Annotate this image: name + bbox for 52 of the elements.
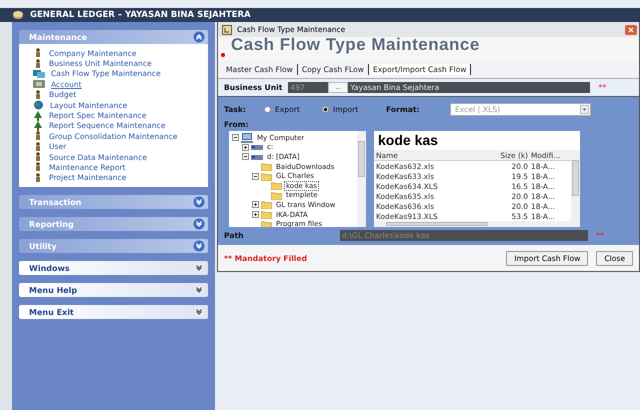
expander-icon[interactable] [232, 134, 239, 142]
required-mark: ** [596, 231, 604, 240]
chevron-icon [193, 218, 205, 230]
chevron-icon [193, 196, 205, 208]
folder-icon [271, 181, 282, 190]
figure-icon [33, 48, 43, 58]
section-header[interactable]: Windows [19, 261, 208, 276]
close-icon[interactable] [625, 24, 637, 34]
folder-icon [261, 172, 272, 181]
drive-icon [251, 143, 263, 152]
chevron-icon [193, 262, 205, 274]
chevron-icon [193, 240, 205, 252]
folder-heading: kode kas [377, 131, 439, 150]
marker-dot [221, 53, 225, 57]
figure-icon [33, 131, 43, 142]
scrollbar[interactable] [357, 131, 366, 227]
scrollbar[interactable] [571, 150, 580, 221]
expander-icon[interactable] [252, 211, 259, 218]
computer-icon [241, 132, 253, 143]
folder-icon [261, 200, 272, 210]
required-mark: ** [598, 83, 606, 92]
expander-icon[interactable] [242, 153, 249, 160]
box-icon [33, 79, 45, 90]
section-header[interactable]: Menu Exit [19, 305, 208, 320]
banner-title: Cash Flow Type Maintenance [231, 35, 480, 55]
window-icon [222, 24, 232, 34]
expander-icon[interactable] [242, 144, 249, 151]
section-header[interactable]: Menu Help [19, 283, 208, 298]
scrollbar[interactable] [374, 221, 580, 227]
tree-icon [33, 120, 43, 131]
folder-icon [261, 210, 272, 220]
chevron-icon [193, 306, 205, 318]
caret-icon[interactable] [580, 104, 589, 114]
figure-icon [33, 58, 43, 69]
expander-icon[interactable] [252, 201, 259, 208]
app-title: GENERAL LEDGER – YAYASAN BINA SEJAHTERA [30, 10, 251, 20]
chevron-icon [193, 284, 205, 296]
figure-icon [33, 152, 43, 162]
radio-button[interactable] [322, 106, 329, 112]
radio-button[interactable] [264, 106, 271, 112]
tree-icon [33, 110, 43, 121]
folder-icon [261, 162, 272, 172]
coins-icon [12, 10, 24, 20]
figure-icon [33, 90, 43, 100]
expander-icon[interactable] [252, 172, 259, 180]
globe-icon [33, 100, 44, 110]
figure-icon [33, 162, 43, 172]
figure-icon [33, 142, 43, 152]
figure-icon [33, 172, 43, 183]
folder-icon [271, 190, 282, 200]
drive-icon [251, 152, 263, 161]
monitor-icon [33, 68, 45, 79]
